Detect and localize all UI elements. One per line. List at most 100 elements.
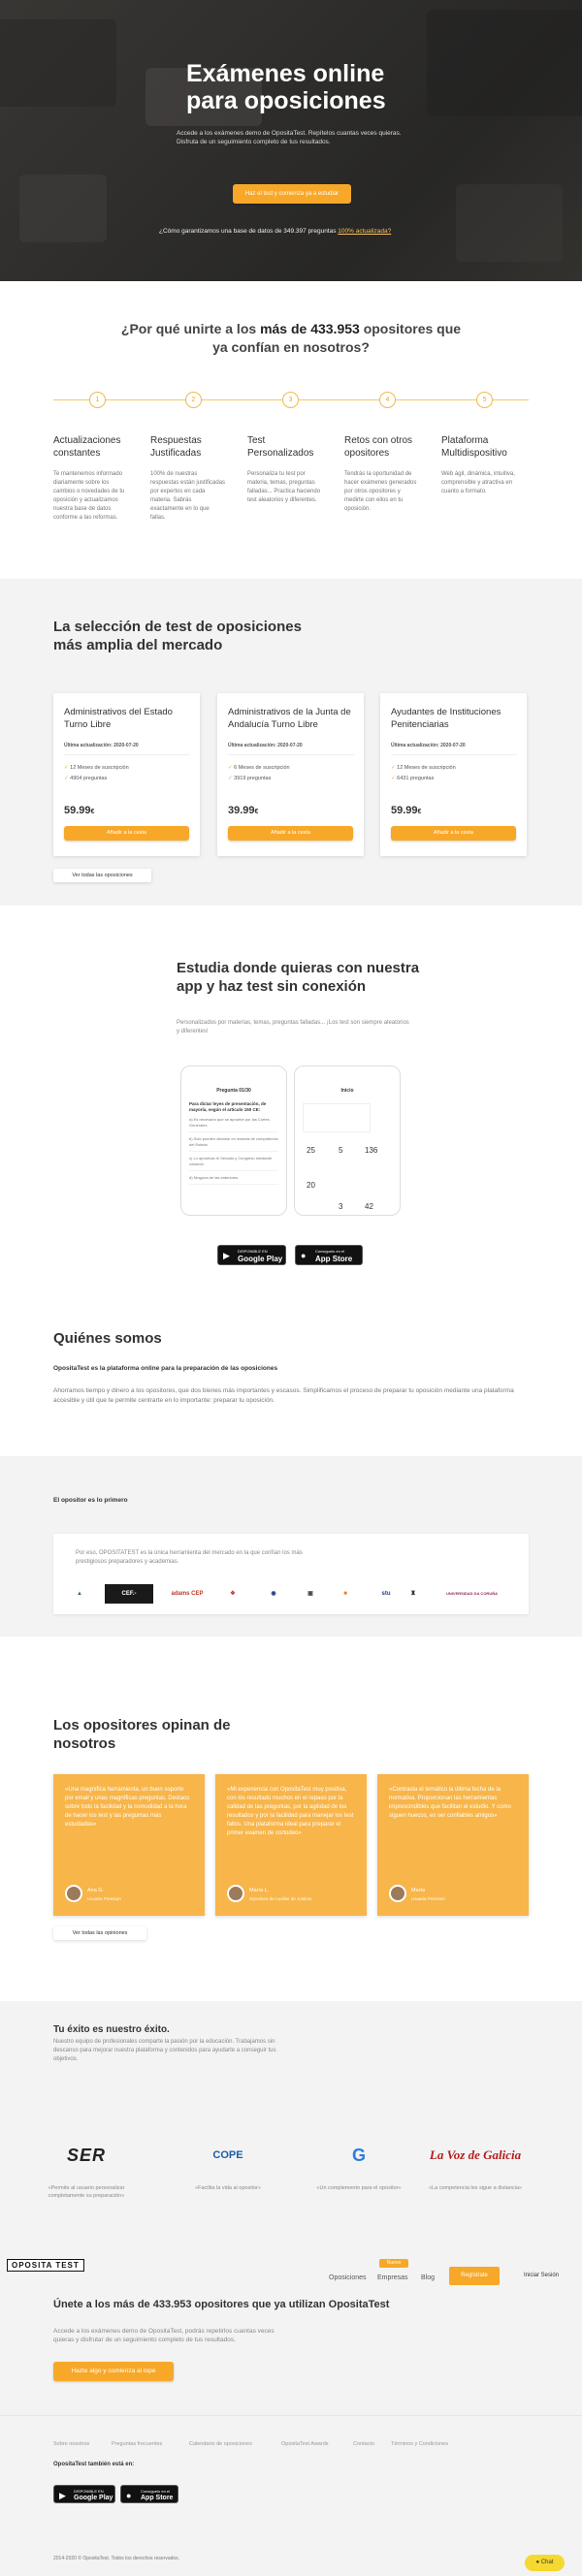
check-icon: ✓	[391, 765, 396, 771]
phone-mockup-question: Pregunta 01/30 Para dictar leyes de pres…	[180, 1065, 287, 1216]
phone-header: Pregunta 01/30	[216, 1088, 251, 1094]
selection-title: La selección de test de oposiciones más …	[53, 619, 302, 653]
press-quote: «Un complemento para el opositor»	[316, 2185, 402, 2191]
hero-note-link[interactable]: 100% actualizada?	[338, 228, 391, 235]
divider	[64, 754, 190, 755]
timeline-step-1: 1	[89, 392, 106, 408]
testimonial-role: Usuaria Premium	[87, 1896, 121, 1901]
press-item: G «Un complemento para el opositor»	[306, 2140, 412, 2192]
stat-value: 3	[339, 1202, 343, 1211]
phone-option: b) Sólo pueden dictarse en materia de co…	[189, 1136, 278, 1152]
feature-item: Test Personalizados Personaliza tu test p…	[247, 434, 323, 505]
avatar	[65, 1885, 82, 1902]
timeline-step-5: 5	[476, 392, 493, 408]
opinions-section: Los opositores opinan de nosotros «Una m…	[0, 1637, 582, 2001]
about-title: Quiénes somos	[53, 1330, 162, 1347]
check-icon: ✓	[228, 776, 233, 781]
feature-item: Retos con otros opositores Tendrás la opo…	[344, 434, 420, 514]
feature-title: Respuestas Justificadas	[150, 435, 202, 459]
course-card[interactable]: Ayudantes de Instituciones Penitenciaria…	[380, 693, 527, 856]
course-card[interactable]: Administrativos de la Junta de Andalucía…	[217, 693, 364, 856]
stat-value: 20	[307, 1181, 315, 1190]
play-icon: ▶	[223, 1251, 230, 1260]
footer-link[interactable]: Contacto	[353, 2441, 374, 2447]
course-title: Administrativos de la Junta de Andalucía…	[228, 707, 351, 730]
partners-desc: Por eso, OPOSITATEST es la única herrami…	[76, 1550, 303, 1565]
course-feature: ✓ 12 Meses de suscripción	[391, 765, 456, 771]
stat-value: 5	[339, 1146, 343, 1155]
course-price: 39.99€	[228, 805, 259, 816]
google-play-badge[interactable]: ▶ DISPONIBLE EN Google Play	[217, 1245, 286, 1265]
nav-empresas[interactable]: Empresas	[377, 2274, 408, 2281]
all-opinions-button[interactable]: Ver todas las opiniones	[53, 1926, 146, 1940]
testimonial-quote: «Una magnífica herramienta, un buen sopo…	[65, 1787, 190, 1828]
add-to-cart-button[interactable]: Añadir a la cesta	[228, 826, 353, 841]
course-updated: Última actualización: 2020-07-20	[64, 743, 139, 748]
footer-link[interactable]: Términos y Condiciones	[391, 2441, 448, 2447]
stat-value: 42	[365, 1202, 373, 1211]
cta-section: Únete a los más de 433.953 opositores qu…	[0, 2299, 582, 2415]
nav-blog[interactable]: Blog	[421, 2274, 435, 2281]
chat-button[interactable]: ● Chat	[525, 2555, 565, 2571]
radio-galega-logo: G	[351, 2146, 366, 2165]
course-feature: ✓ 6 Meses de suscripción	[228, 765, 290, 771]
course-title: Ayudantes de Instituciones Penitenciaria…	[391, 707, 501, 730]
course-card[interactable]: Administrativos del Estado Turno Libre Ú…	[53, 693, 200, 856]
partner-logo: ♜	[410, 1591, 416, 1597]
testimonial-name: Ana G.	[87, 1888, 105, 1893]
phone-card	[303, 1103, 371, 1132]
add-to-cart-button[interactable]: Añadir a la cesta	[391, 826, 516, 841]
register-button[interactable]: Regístrate	[449, 2267, 500, 2285]
cta-title: Únete a los más de 433.953 opositores qu…	[53, 2299, 390, 2310]
partner-logo: CEF.-	[105, 1584, 153, 1604]
stat-value: 136	[365, 1146, 378, 1155]
nav-oposiciones[interactable]: Oposiciones	[329, 2274, 367, 2281]
stat-value: 25	[307, 1146, 315, 1155]
add-to-cart-button[interactable]: Añadir a la cesta	[64, 826, 189, 841]
why-title: ¿Por qué unirte a los más de 433.953 opo…	[120, 321, 462, 355]
footer-link[interactable]: OpositaTest Awards	[281, 2441, 329, 2447]
phone-mockup-stats: Inicio 25 5 136 20 3 42	[294, 1065, 401, 1216]
testimonial-card: «Contrasta el temático la última fecha d…	[377, 1774, 529, 1916]
course-feature: ✓ 4904 preguntas	[64, 776, 108, 781]
press-quote: «Facilita la vida al opositor»	[195, 2185, 261, 2191]
phone-option: d) Ninguna de las anteriores	[189, 1175, 278, 1185]
ser-logo: SER	[66, 2146, 106, 2165]
testimonial-name: María L.	[249, 1888, 270, 1893]
footer-link[interactable]: Sobre nosotros	[53, 2441, 89, 2447]
why-section: ¿Por qué unirte a los más de 433.953 opo…	[0, 281, 582, 579]
phone-option: c) Lo aprueban el Senado y Congreso medi…	[189, 1156, 278, 1171]
apple-icon: ●	[126, 2491, 132, 2500]
course-feature: ✓ 12 Meses de suscripción	[64, 765, 129, 771]
login-button[interactable]: Iniciar Sesión	[511, 2267, 571, 2285]
chat-icon: ●	[535, 2560, 540, 2565]
testimonial-role: Usuaria Premium	[411, 1896, 445, 1901]
footer-link[interactable]: Calendario de oposiciones	[189, 2441, 252, 2447]
cta-desc: Accede a los exámenes demo de OpositaTes…	[53, 2328, 275, 2343]
testimonial-card: «Una magnífica herramienta, un buen sopo…	[53, 1774, 205, 1916]
hero-cta-button[interactable]: Haz el test y comienza ya a estudiar	[233, 184, 351, 204]
partners-card: Por eso, OPOSITATEST es la única herrami…	[53, 1534, 529, 1614]
cta-button[interactable]: Hazte algo y comienza al tope	[53, 2362, 174, 2381]
timeline-step-3: 3	[282, 392, 299, 408]
app-store-badge[interactable]: ● Consíguelo en el App Store	[295, 1245, 363, 1265]
all-oppositions-button[interactable]: Ver todas las oposiciones	[53, 869, 151, 882]
footer-link[interactable]: Preguntas frecuentes	[112, 2441, 162, 2447]
about-lead: OpositaTest es la plataforma online para…	[53, 1365, 278, 1372]
feature-desc: Web ágil, dinámica, intuitiva, comprensi…	[441, 471, 515, 494]
partner-logo: stu	[381, 1591, 391, 1597]
app-store-badge[interactable]: ● Consíguelo en el App Store	[120, 2485, 178, 2503]
avatar	[389, 1885, 406, 1902]
course-updated: Última actualización: 2020-07-20	[228, 743, 303, 748]
avatar	[227, 1885, 244, 1902]
phone-header: Inicio	[340, 1088, 354, 1094]
hero-note: ¿Cómo garantizamos una base de datos de …	[159, 228, 450, 235]
partners-section: El opositor es lo primero Por eso, OPOSI…	[0, 1456, 582, 1637]
google-play-badge[interactable]: ▶ DISPONIBLE EN Google Play	[53, 2485, 115, 2503]
testimonial-card: «Mi experiencia con OpositaTest muy posi…	[215, 1774, 367, 1916]
apple-icon: ●	[301, 1251, 307, 1260]
hero-title: Exámenes online para oposiciones	[186, 60, 386, 114]
footer: Sobre nosotros Preguntas frecuentes Cale…	[0, 2415, 582, 2576]
brand-logo[interactable]: OPOSITA TEST	[7, 2259, 84, 2272]
divider	[228, 754, 354, 755]
